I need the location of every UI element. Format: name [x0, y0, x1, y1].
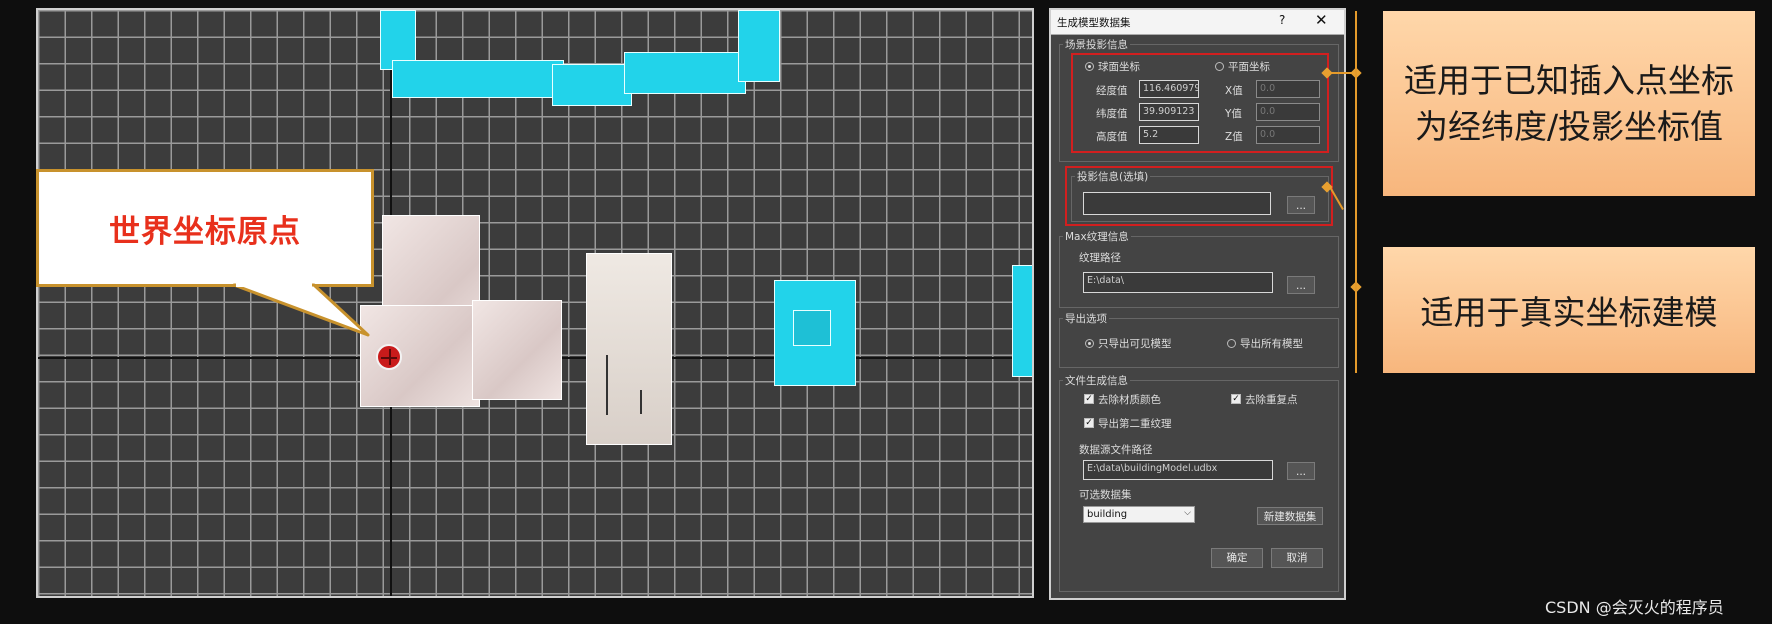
cyan-building-top-base[interactable]	[392, 60, 564, 98]
scene-highlight-box	[1071, 53, 1329, 153]
cyan-building-right-core[interactable]	[793, 310, 831, 346]
annotation-panel-real-coords-text: 适用于真实坐标建模	[1420, 293, 1718, 332]
projection-highlight-box	[1065, 166, 1333, 226]
cyan-building-top-right-arm[interactable]	[738, 10, 780, 82]
dataset-label: 可选数据集	[1079, 489, 1132, 501]
bracket-line	[1355, 11, 1357, 373]
remove-color-label: 去除材质颜色	[1098, 394, 1161, 406]
source-path-field[interactable]: E:\data\buildingModel.udbx	[1083, 460, 1273, 480]
building-2-marks	[606, 355, 608, 415]
watermark: CSDN @会灭火的程序员	[1545, 598, 1724, 617]
dialog-title: 生成模型数据集	[1057, 17, 1131, 29]
annotation-panel-coordinates: 适用于已知插入点坐标为经纬度/投影坐标值	[1383, 11, 1755, 196]
source-path-label: 数据源文件路径	[1079, 444, 1153, 456]
dataset-select[interactable]: building ⌵	[1083, 506, 1195, 523]
callout-tail	[232, 283, 370, 337]
remove-dup-label: 去除重复点	[1245, 394, 1298, 406]
export-options-label: 导出选项	[1063, 311, 1109, 326]
textured-building-2[interactable]	[586, 253, 672, 445]
cancel-button[interactable]: 取消	[1271, 548, 1323, 568]
cyan-building-top-right[interactable]	[624, 52, 746, 94]
building-2-marks	[640, 390, 642, 414]
ok-button[interactable]: 确定	[1211, 548, 1263, 568]
source-browse-button[interactable]: ...	[1287, 462, 1315, 480]
close-button[interactable]: ✕	[1315, 11, 1328, 29]
generate-model-dataset-dialog: 生成模型数据集 ? ✕ 场景投影信息 球面坐标 平面坐标 经度值 116.460…	[1049, 8, 1346, 600]
texture-browse-button[interactable]: ...	[1287, 276, 1315, 294]
annotation-panel-coordinates-text: 适用于已知插入点坐标为经纬度/投影坐标值	[1404, 60, 1734, 146]
callout-text: 世界坐标原点	[109, 213, 301, 250]
help-button[interactable]: ?	[1279, 13, 1285, 27]
export-all-label: 导出所有模型	[1240, 338, 1303, 350]
annotation-panel-real-coords: 适用于真实坐标建模	[1383, 247, 1755, 373]
texture-path-label: 纹理路径	[1079, 252, 1121, 264]
3d-viewport[interactable]	[36, 8, 1034, 598]
new-dataset-button[interactable]: 新建数据集	[1257, 507, 1323, 525]
export-second-checkbox[interactable]: ✓	[1084, 418, 1094, 428]
scene-projection-label: 场景投影信息	[1063, 37, 1130, 52]
origin-callout: 世界坐标原点	[36, 169, 374, 287]
dialog-titlebar[interactable]: 生成模型数据集 ? ✕	[1051, 10, 1344, 35]
cyan-building-top-mid[interactable]	[552, 64, 632, 106]
remove-color-checkbox[interactable]: ✓	[1084, 394, 1094, 404]
textured-building-1-wing[interactable]	[472, 300, 562, 400]
cyan-building-edge[interactable]	[1012, 265, 1032, 377]
visible-only-radio[interactable]	[1085, 339, 1094, 348]
export-all-radio[interactable]	[1227, 339, 1236, 348]
file-generation-label: 文件生成信息	[1063, 373, 1130, 388]
world-origin-marker[interactable]	[376, 344, 402, 370]
remove-dup-checkbox[interactable]: ✓	[1231, 394, 1241, 404]
visible-only-label: 只导出可见模型	[1098, 338, 1172, 350]
dataset-select-value: building	[1087, 509, 1128, 520]
texture-info-label: Max纹理信息	[1063, 229, 1131, 244]
export-second-label: 导出第二重纹理	[1098, 418, 1172, 430]
chevron-down-icon: ⌵	[1184, 508, 1191, 518]
texture-path-field[interactable]: E:\data\	[1083, 272, 1273, 293]
